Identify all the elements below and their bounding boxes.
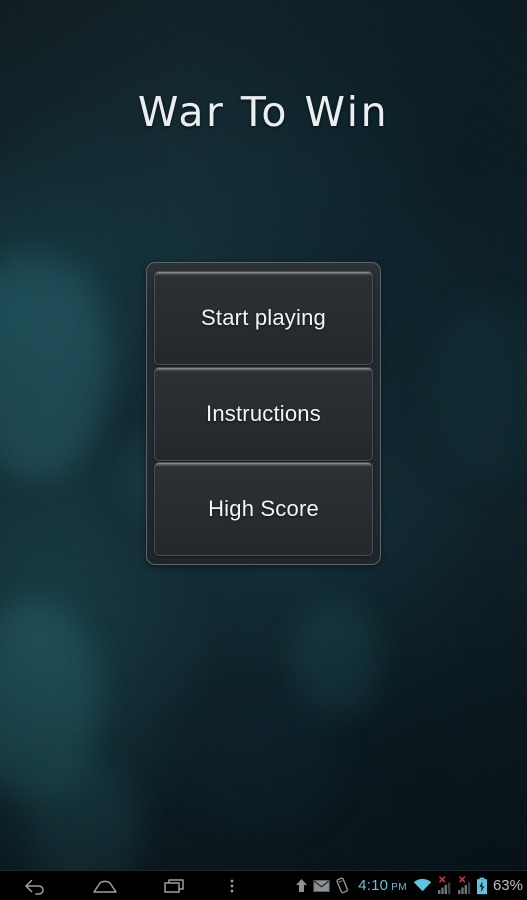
nav-home-button[interactable] xyxy=(70,871,140,900)
battery-percent-label: 63% xyxy=(492,877,523,894)
battery-charging-icon xyxy=(476,877,488,895)
android-system-bar: 4:10 PM ✕ ✕ 63% xyxy=(0,870,527,900)
clock-ampm: PM xyxy=(391,882,407,893)
android-status-icons[interactable]: 4:10 PM ✕ ✕ 63% xyxy=(294,871,527,900)
game-main-menu-screen: War To Win Start playing Instructions Hi… xyxy=(0,0,527,900)
start-playing-button[interactable]: Start playing xyxy=(154,271,373,365)
nav-recents-button[interactable] xyxy=(140,871,210,900)
android-navigation-buttons xyxy=(0,871,254,900)
start-playing-label: Start playing xyxy=(201,305,326,330)
upload-icon xyxy=(294,877,309,894)
clock-time: 4:10 xyxy=(358,877,389,894)
email-icon xyxy=(313,879,330,893)
signal-no-service-icon: ✕ xyxy=(436,875,452,895)
recent-apps-icon xyxy=(162,877,188,895)
back-arrow-icon xyxy=(22,877,48,895)
main-menu-panel: Start playing Instructions High Score xyxy=(146,262,381,565)
nav-back-button[interactable] xyxy=(0,871,70,900)
high-score-label: High Score xyxy=(208,496,319,521)
status-clock: 4:10 PM xyxy=(358,877,407,894)
instructions-button[interactable]: Instructions xyxy=(154,366,373,461)
game-title: War To Win xyxy=(137,88,390,136)
signal-no-service-icon: ✕ xyxy=(456,875,472,895)
overflow-menu-icon xyxy=(229,877,235,895)
nav-menu-button[interactable] xyxy=(210,871,254,900)
instructions-label: Instructions xyxy=(206,400,321,426)
home-icon xyxy=(91,877,119,895)
vibrate-icon xyxy=(334,877,350,894)
wifi-icon xyxy=(413,878,432,893)
high-score-button[interactable]: High Score xyxy=(154,462,373,556)
